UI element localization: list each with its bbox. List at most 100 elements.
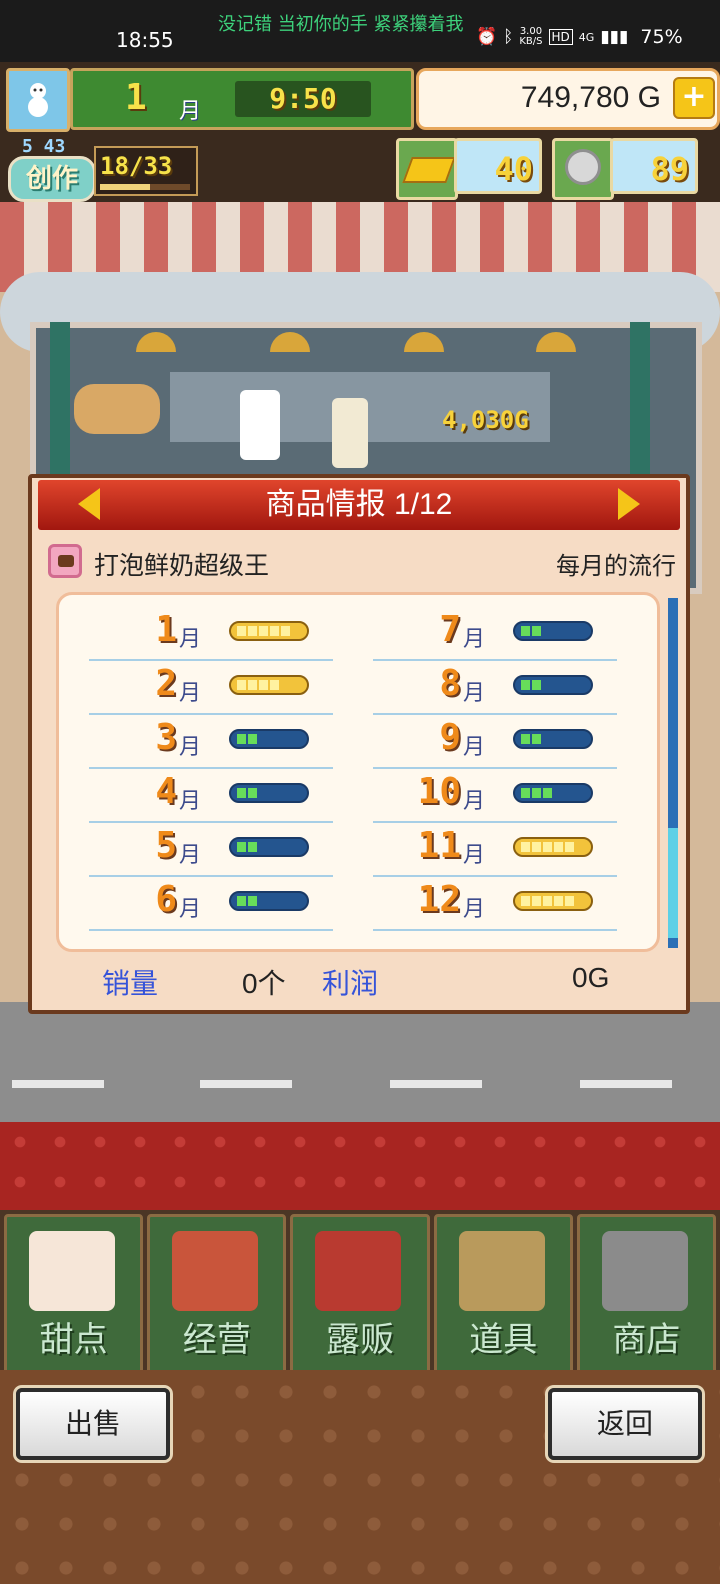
money-amount: 749,780 G	[520, 81, 661, 114]
month-row: 7月	[373, 607, 617, 661]
month-unit: 月	[179, 735, 202, 760]
snowman-icon	[28, 83, 48, 117]
main-nav: 甜点 经营 露贩 道具 商店	[0, 1210, 720, 1378]
gold-bar-icon	[396, 138, 458, 200]
sell-button[interactable]: 出售	[16, 1388, 170, 1460]
month-row: 6月	[89, 877, 333, 931]
bluetooth-icon: ᛒ	[503, 27, 514, 47]
popularity-bar	[513, 621, 593, 641]
status-time: 18:55	[116, 28, 174, 52]
shop-icon	[172, 1231, 259, 1311]
create-progress-text: 18/33	[100, 152, 173, 180]
game-clock: 9:50	[235, 81, 371, 117]
popularity-bar	[513, 675, 593, 695]
product-info-dialog: 商品情报 1/12 打泡鲜奶超级王 每月的流行 1月2月3月4月5月6月7月8月…	[28, 474, 690, 1014]
month-unit: 月	[179, 627, 202, 652]
monthly-popularity-grid[interactable]: 1 月 2 月 3 月 4 月 5 月 6 月 7 月 8 月 9 月 10 月 11 月 12 月	[56, 592, 660, 952]
road-line	[200, 1080, 292, 1088]
nav-button-3[interactable]: 道具	[433, 1214, 573, 1374]
prev-arrow-icon[interactable]	[78, 488, 100, 520]
month-row: 12 月	[373, 877, 617, 931]
dialog-title: 商品情报 1/12	[265, 488, 453, 521]
month-row: 11 月	[373, 823, 617, 877]
player-avatar[interactable]	[6, 68, 70, 132]
gold-count: 40	[454, 138, 542, 194]
chocolate-cake-icon	[48, 544, 82, 578]
popularity-bar	[513, 891, 593, 911]
sales-summary: 销量 0个 利润 0G	[32, 962, 686, 1002]
month-row: 2月	[89, 661, 333, 715]
product-header: 打泡鲜奶超级王 每月的流行	[44, 540, 678, 588]
road-line	[12, 1080, 104, 1088]
sales-value: 0个	[242, 968, 286, 999]
month-row: 8月	[373, 661, 617, 715]
month-row: 5月	[89, 823, 333, 877]
status-bar: 18:55 没记错 当初你的手 紧紧攥着我 ⏰ ᛒ 3.00 KB/S HD 4G…	[0, 0, 720, 62]
nav-button-1[interactable]: 经营	[147, 1214, 287, 1374]
back-button[interactable]: 返回	[548, 1388, 702, 1460]
month-number: 5	[155, 825, 177, 866]
add-money-button[interactable]: +	[673, 77, 715, 119]
next-arrow-icon[interactable]	[618, 488, 640, 520]
nav-label: 露贩	[326, 1320, 394, 1360]
month-unit: 月	[463, 627, 486, 652]
top-hud: 1 月 9:50 749,780 G + 5 43 创作 18/33 40 89	[0, 62, 720, 202]
status-icons: ⏰ ᛒ 3.00 KB/S HD 4G ▮▮▮ 75%	[476, 26, 683, 48]
popularity-bar	[229, 621, 309, 641]
medal-icon	[552, 138, 614, 200]
date-panel: 1 月 9:50	[70, 68, 414, 130]
create-panel[interactable]: 5 43 创作 18/33	[8, 136, 198, 202]
month-number: 9	[439, 717, 461, 758]
month-number: 12	[417, 879, 461, 920]
nav-button-2[interactable]: 露贩	[290, 1214, 430, 1374]
popularity-bar	[229, 675, 309, 695]
chef-character	[240, 390, 280, 460]
create-progress-fill	[100, 184, 150, 190]
food-truck-icon	[315, 1231, 402, 1311]
nav-button-0[interactable]: 甜点	[4, 1214, 144, 1374]
popularity-bar	[513, 837, 593, 857]
red-carpet	[0, 1122, 720, 1210]
popularity-bar	[513, 783, 593, 803]
money-panel: 749,780 G +	[416, 68, 720, 130]
month-unit: 月	[463, 843, 486, 868]
month-unit: 月	[463, 789, 486, 814]
scroll-thumb[interactable]	[668, 828, 678, 938]
month-unit: 月	[179, 789, 202, 814]
shopping-cart-icon	[601, 1231, 688, 1311]
nav-label: 商店	[612, 1320, 681, 1360]
monthly-trend-label: 每月的流行	[556, 552, 676, 580]
items-bag-icon	[458, 1231, 545, 1311]
chef-character	[332, 398, 368, 468]
hd-icon: HD	[548, 29, 573, 45]
month-row: 1月	[89, 607, 333, 661]
month-unit: 月	[463, 735, 486, 760]
create-progress: 18/33	[94, 146, 198, 196]
popularity-scrollbar[interactable]	[668, 598, 678, 948]
dialog-title-bar: 商品情报 1/12	[38, 480, 680, 530]
bottom-bar: 出售 返回	[0, 1370, 720, 1584]
battery-percent: 75%	[640, 26, 683, 48]
medal-count: 89	[610, 138, 698, 194]
nav-button-4[interactable]: 商店	[576, 1214, 717, 1374]
nav-label: 道具	[469, 1320, 538, 1360]
month-number: 11	[417, 825, 461, 866]
month-unit: 月	[179, 897, 202, 922]
current-month: 1	[125, 77, 147, 118]
month-number: 2	[155, 663, 177, 704]
month-row: 10 月	[373, 769, 617, 823]
alarm-icon: ⏰	[476, 27, 498, 47]
month-number: 6	[155, 879, 177, 920]
create-label: 创作	[8, 156, 96, 202]
network-label: 4G	[578, 30, 595, 44]
network-speed: 3.00 KB/S	[519, 26, 543, 47]
profit-label: 利润	[322, 968, 379, 999]
month-unit: 月	[179, 843, 202, 868]
road-line	[390, 1080, 482, 1088]
popularity-bar	[229, 891, 309, 911]
month-unit: 月	[463, 681, 486, 706]
month-number: 3	[155, 717, 177, 758]
popularity-bar	[229, 837, 309, 857]
road-line	[580, 1080, 672, 1088]
product-name: 打泡鲜奶超级王	[94, 551, 270, 580]
